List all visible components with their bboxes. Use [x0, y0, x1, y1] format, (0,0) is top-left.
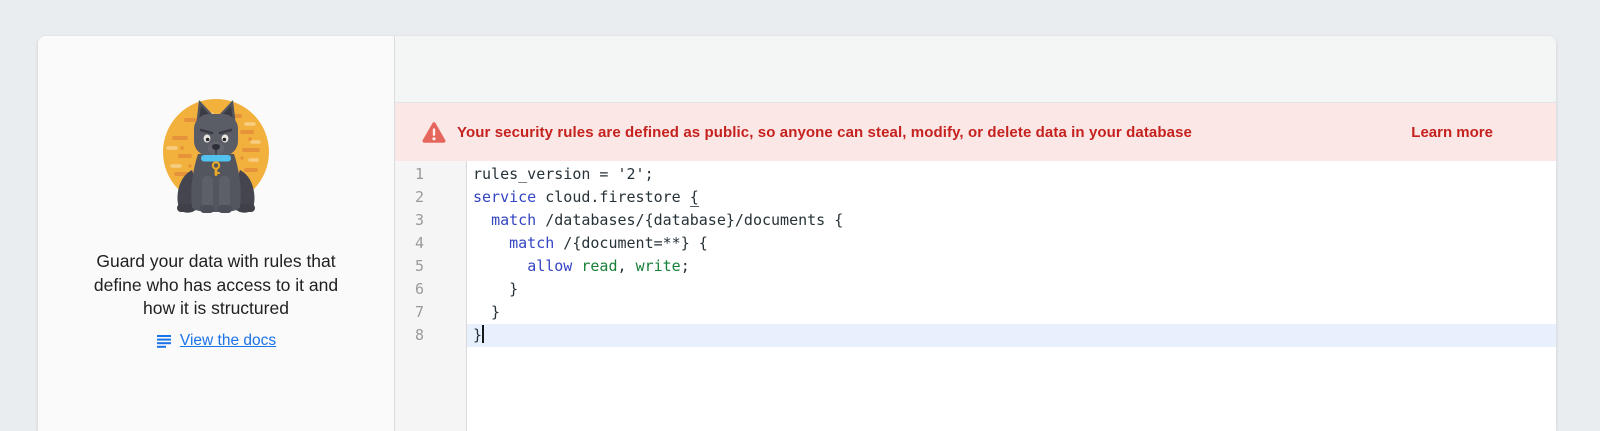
- line-number: 1: [395, 163, 466, 186]
- code-line[interactable]: service cloud.firestore {: [467, 186, 1556, 209]
- rules-card: Guard your data with rules thatdefine wh…: [38, 36, 1556, 431]
- docs-lines-icon: [156, 334, 172, 348]
- code-line[interactable]: match /databases/{database}/documents {: [467, 209, 1556, 232]
- warning-message: Your security rules are defined as publi…: [457, 124, 1192, 141]
- rules-info-panel: Guard your data with rules thatdefine wh…: [38, 36, 395, 431]
- line-number: 5: [395, 255, 466, 278]
- view-docs-link-label[interactable]: View the docs: [180, 332, 276, 350]
- security-warning-banner: Your security rules are defined as publi…: [395, 103, 1556, 161]
- line-number-gutter: 12345678: [395, 161, 467, 431]
- code-line[interactable]: match /{document=**} {: [467, 232, 1556, 255]
- editor-toolbar: [395, 36, 1556, 103]
- rules-code-editor: 12345678 rules_version = '2';service clo…: [395, 161, 1556, 431]
- code-line[interactable]: }: [467, 278, 1556, 301]
- warning-triangle-icon: [421, 121, 447, 144]
- line-number: 4: [395, 232, 466, 255]
- view-docs-link[interactable]: View the docs: [156, 332, 276, 350]
- line-number: 6: [395, 278, 466, 301]
- guard-dog-illustration: [146, 92, 286, 228]
- code-line[interactable]: allow read, write;: [467, 255, 1556, 278]
- guard-dog-icon: [146, 92, 286, 228]
- code-line-active[interactable]: }: [467, 324, 1556, 347]
- code-area[interactable]: rules_version = '2';service cloud.firest…: [467, 161, 1556, 431]
- guard-heading: Guard your data with rules thatdefine wh…: [94, 250, 338, 321]
- line-number: 8: [395, 324, 466, 347]
- text-cursor: [482, 325, 484, 343]
- line-number: 2: [395, 186, 466, 209]
- guard-heading-line: Guard your data with rules that: [94, 250, 338, 274]
- learn-more-button[interactable]: Learn more: [1411, 124, 1493, 141]
- code-line[interactable]: rules_version = '2';: [467, 163, 1556, 186]
- rules-editor-panel: Your security rules are defined as publi…: [395, 36, 1556, 431]
- code-line[interactable]: }: [467, 301, 1556, 324]
- guard-heading-line: how it is structured: [94, 297, 338, 321]
- line-number: 7: [395, 301, 466, 324]
- line-number: 3: [395, 209, 466, 232]
- guard-heading-line: define who has access to it and: [94, 274, 338, 298]
